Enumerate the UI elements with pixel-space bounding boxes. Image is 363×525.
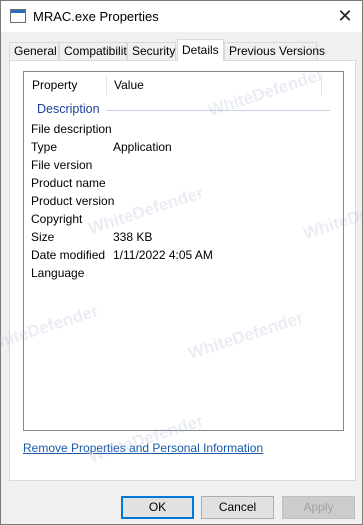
app-window-icon	[10, 9, 26, 23]
cancel-button[interactable]: Cancel	[201, 496, 274, 519]
list-item[interactable]: Date modified 1/11/2022 4:05 AM	[24, 246, 343, 264]
close-button[interactable]: ✕	[328, 1, 362, 32]
property-name: Language	[31, 266, 85, 280]
property-value: Application	[113, 140, 172, 154]
property-value: 1/11/2022 4:05 AM	[113, 248, 213, 262]
list-item[interactable]: Product version	[24, 192, 343, 210]
ok-button[interactable]: OK	[121, 496, 194, 519]
group-header-description[interactable]: Description	[37, 102, 100, 116]
properties-dialog: MRAC.exe Properties ✕ General Compatibil…	[0, 0, 363, 525]
details-list[interactable]: Property Value Description File descript…	[23, 71, 344, 431]
list-item[interactable]: File version	[24, 156, 343, 174]
column-header-property[interactable]: Property	[24, 72, 106, 98]
property-name: Date modified	[31, 248, 106, 262]
tab-previous-versions[interactable]: Previous Versions	[224, 42, 325, 61]
property-name: File version	[31, 158, 93, 172]
property-name: Product version	[31, 194, 115, 208]
property-name: Type	[31, 140, 58, 154]
property-value: 338 KB	[113, 230, 153, 244]
list-item[interactable]: Language	[24, 264, 343, 282]
column-separator[interactable]	[321, 75, 322, 95]
tab-details[interactable]: Details	[177, 39, 224, 61]
list-item[interactable]: Product name	[24, 174, 343, 192]
group-divider	[106, 110, 330, 111]
details-panel: Property Value Description File descript…	[9, 60, 356, 481]
tab-general[interactable]: General	[9, 42, 59, 61]
property-name: Size	[31, 230, 55, 244]
tab-security[interactable]: Security	[127, 42, 176, 61]
property-name: Product name	[31, 176, 106, 190]
title-bar: MRAC.exe Properties ✕	[1, 1, 362, 32]
list-item[interactable]: Type Application	[24, 138, 343, 156]
remove-properties-link[interactable]: Remove Properties and Personal Informati…	[23, 441, 263, 455]
list-item[interactable]: Copyright	[24, 210, 343, 228]
property-name: File description	[31, 122, 112, 136]
list-item[interactable]: Size 338 KB	[24, 228, 343, 246]
list-item[interactable]: File description	[24, 120, 343, 138]
property-name: Copyright	[31, 212, 83, 226]
column-header-value[interactable]: Value	[106, 72, 321, 98]
tab-compatibility[interactable]: Compatibility	[59, 42, 133, 61]
apply-button[interactable]: Apply	[282, 496, 355, 519]
window-title: MRAC.exe Properties	[33, 9, 159, 24]
tab-strip: General Compatibility Security Details P…	[9, 39, 359, 61]
